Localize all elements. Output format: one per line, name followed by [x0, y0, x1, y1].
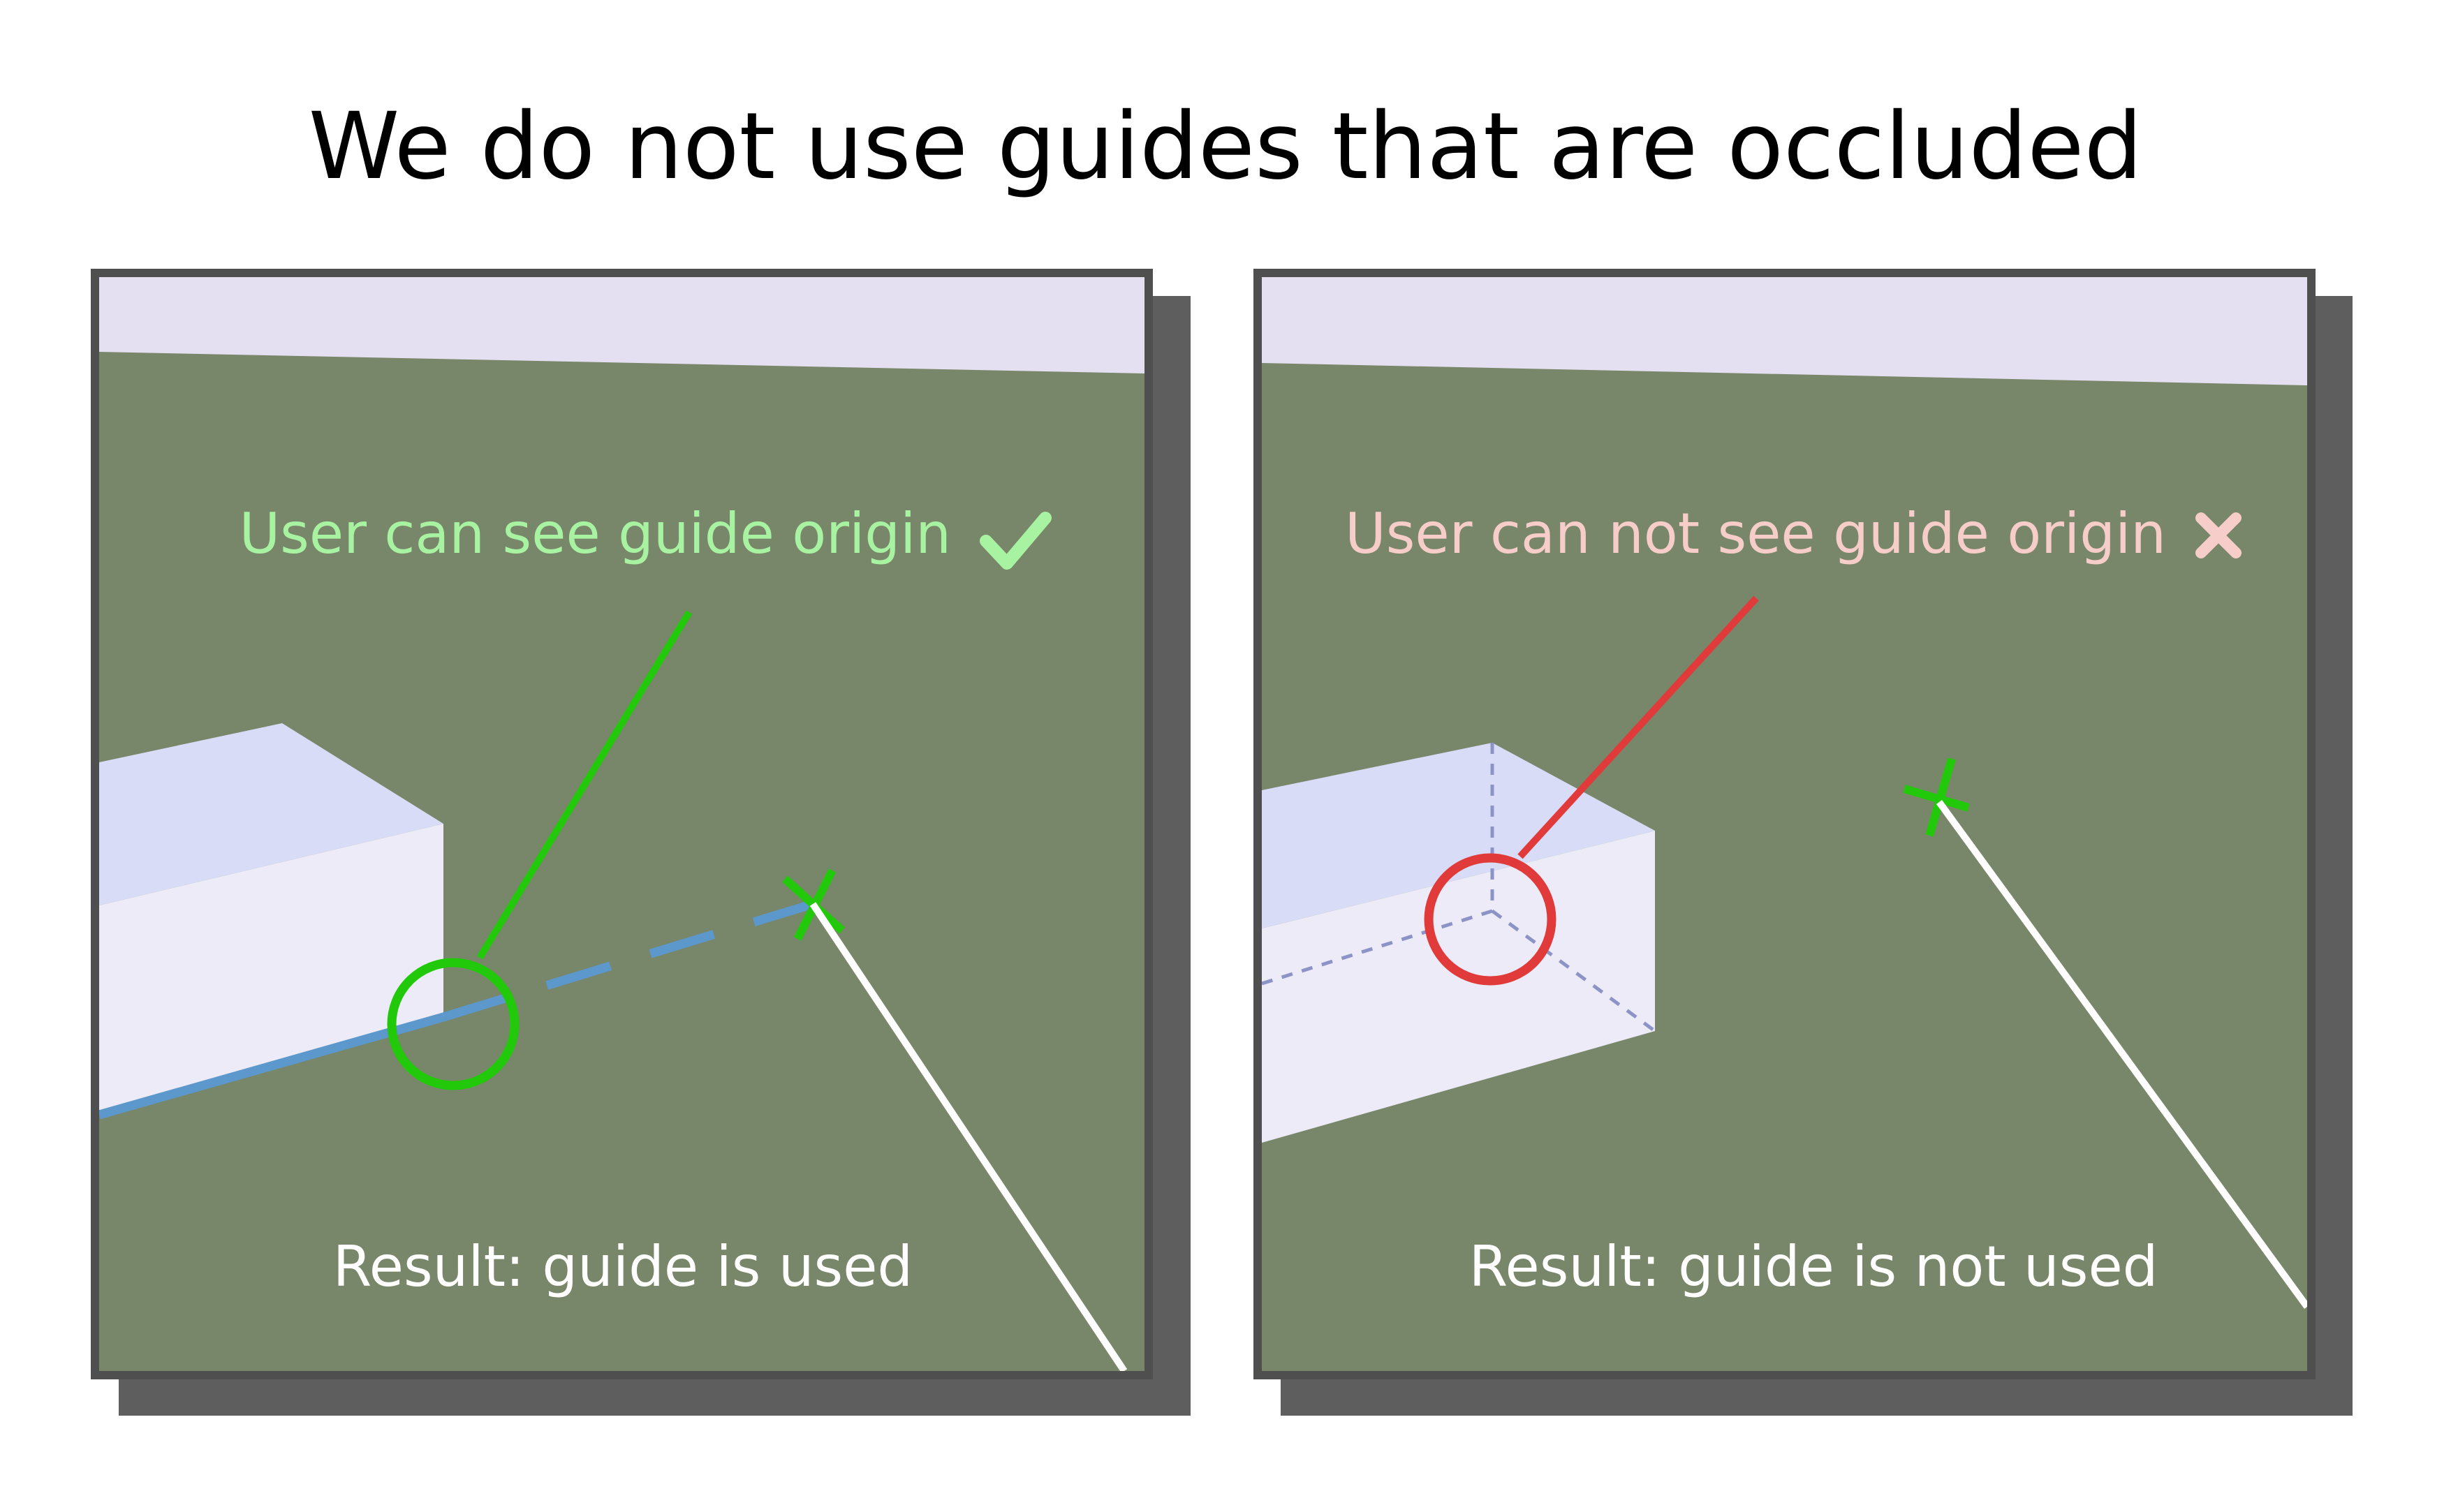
result-guide-used: Result: guide is used [333, 1234, 913, 1299]
panel-guide-hidden: User can not see guide origin Result: gu… [1253, 269, 2316, 1379]
scene-occluded-origin: User can not see guide origin Result: gu… [1262, 277, 2307, 1371]
page-title: We do not use guides that are occluded [308, 93, 2143, 200]
result-guide-not-used: Result: guide is not used [1469, 1234, 2158, 1299]
caption-can-see-origin: User can see guide origin [240, 501, 951, 566]
panel-guide-visible: User can see guide origin Result: guide … [91, 269, 1153, 1379]
caption-cannot-see-origin: User can not see guide origin [1345, 501, 2166, 566]
scene-visible-origin: User can see guide origin Result: guide … [99, 277, 1144, 1371]
